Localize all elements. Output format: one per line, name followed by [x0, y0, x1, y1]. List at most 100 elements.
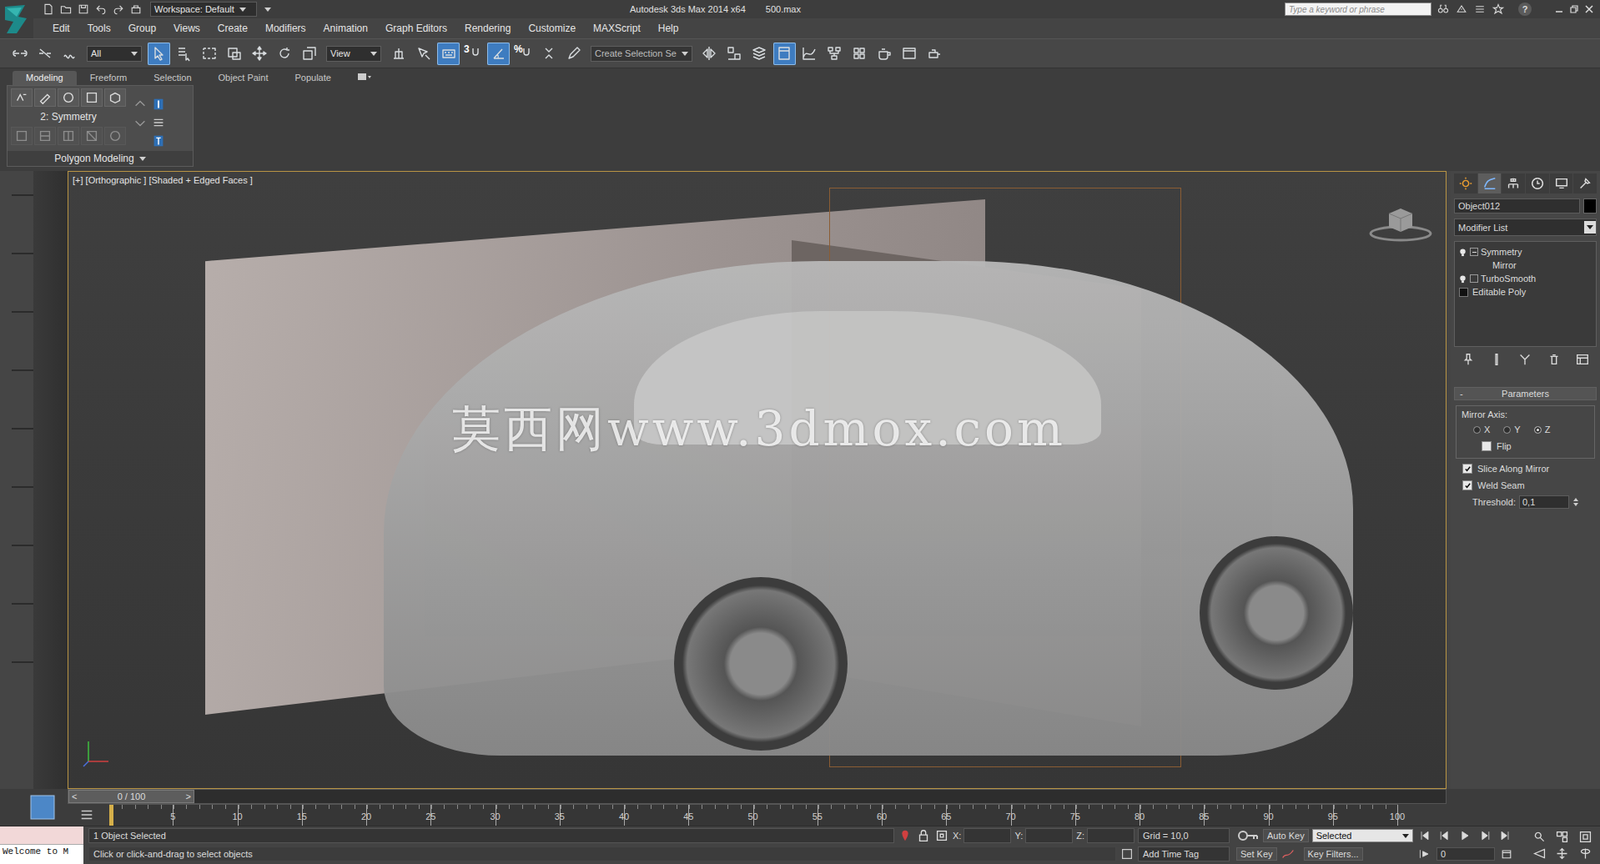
- stack-up-icon[interactable]: [132, 96, 148, 112]
- ribbon-tool-button[interactable]: [80, 126, 103, 146]
- search-field[interactable]: Type a keyword or phrase: [1284, 2, 1432, 16]
- ribbon-tool-button[interactable]: [104, 88, 126, 107]
- ribbon-tool-button[interactable]: [34, 126, 56, 146]
- time-tag-icon[interactable]: [1119, 846, 1135, 862]
- isolate-selection-icon[interactable]: [897, 828, 913, 844]
- lightbulb-icon[interactable]: [1458, 274, 1468, 284]
- ribbon-tab[interactable]: Object Paint: [205, 70, 282, 86]
- go-to-start-icon[interactable]: [1418, 829, 1432, 843]
- current-frame-marker[interactable]: [109, 805, 114, 826]
- ribbon-tab[interactable]: Selection: [140, 70, 205, 86]
- show-end-result-icon[interactable]: [1489, 352, 1505, 368]
- toolbar-button[interactable]: [723, 42, 746, 66]
- viewport-label[interactable]: [+] [Orthographic ] [Shaded + Edged Face…: [72, 175, 253, 186]
- command-panel-tab[interactable]: [1454, 173, 1478, 194]
- panel-title[interactable]: Polygon Modeling: [7, 150, 193, 167]
- key-mode-dropdown[interactable]: Selected: [1312, 829, 1414, 843]
- ribbon-tab[interactable]: Modeling: [12, 70, 77, 86]
- key-filters-button[interactable]: Key Filters...: [1303, 847, 1364, 861]
- axis-radio[interactable]: Y: [1503, 424, 1520, 435]
- modifier-stack-item[interactable]: Symmetry: [1458, 245, 1593, 259]
- menu-item[interactable]: Edit: [43, 22, 79, 35]
- threshold-spinner[interactable]: Threshold:0,1: [1455, 495, 1595, 509]
- toolbar-button[interactable]: [147, 42, 171, 66]
- toolbar-button[interactable]: [748, 42, 771, 66]
- collapse-stack-icon[interactable]: [150, 115, 167, 131]
- set-key-button[interactable]: Set Key: [1236, 847, 1278, 861]
- favorites-star-icon[interactable]: [1491, 2, 1505, 16]
- toolbar-button[interactable]: [873, 42, 896, 66]
- make-unique-icon[interactable]: [1517, 352, 1533, 368]
- modifier-stack-item[interactable]: Mirror: [1458, 258, 1593, 272]
- named-selection-field[interactable]: Create Selection Se: [590, 45, 693, 62]
- toolbar-button[interactable]: [8, 42, 31, 66]
- coordinate-field[interactable]: Z:: [1076, 828, 1135, 844]
- toolbar-button[interactable]: [172, 42, 196, 66]
- selection-lock-icon[interactable]: [915, 828, 931, 844]
- toolbar-button[interactable]: [698, 42, 721, 66]
- ribbon-tool-button[interactable]: [10, 88, 33, 107]
- toolbar-button[interactable]: 3: [462, 42, 485, 66]
- ribbon-tool-button[interactable]: [80, 88, 103, 107]
- toolbar-button[interactable]: [58, 42, 81, 66]
- lightbulb-icon[interactable]: [1458, 247, 1468, 257]
- toolbar-button[interactable]: [898, 42, 921, 66]
- restore-icon[interactable]: [1568, 3, 1580, 16]
- communication-center-icon[interactable]: [1454, 2, 1469, 16]
- maxscript-listener[interactable]: Welcome to M: [0, 826, 84, 864]
- ribbon-tab[interactable]: Populate: [281, 70, 344, 86]
- toolbar-button[interactable]: [487, 42, 510, 66]
- toolbar-button[interactable]: [848, 42, 871, 66]
- menu-item[interactable]: Help: [649, 22, 688, 35]
- menu-item[interactable]: Views: [164, 22, 209, 35]
- key-mode-icon[interactable]: [1280, 846, 1296, 862]
- ribbon-tool-button[interactable]: [57, 126, 80, 146]
- key-mode-toggle-icon[interactable]: [1418, 847, 1432, 861]
- viewport[interactable]: [+] [Orthographic ] [Shaded + Edged Face…: [67, 171, 1447, 790]
- configure-sets-icon[interactable]: [1574, 352, 1590, 368]
- command-panel-tab[interactable]: [1478, 173, 1502, 194]
- use-nurms-icon[interactable]: [150, 133, 167, 149]
- modifier-list-dropdown[interactable]: Modifier List: [1454, 218, 1597, 237]
- flip-checkbox[interactable]: Flip: [1461, 439, 1590, 453]
- auto-key-button[interactable]: Auto Key: [1262, 829, 1309, 843]
- previous-frame-button[interactable]: <: [71, 791, 77, 802]
- toolbar-dropdown[interactable]: All: [86, 45, 142, 62]
- axis-radio[interactable]: X: [1473, 424, 1490, 435]
- save-icon[interactable]: [76, 2, 91, 16]
- pan-icon[interactable]: [1554, 846, 1570, 861]
- remove-modifier-icon[interactable]: [1546, 352, 1562, 368]
- option-checkbox[interactable]: Weld Seam: [1455, 478, 1595, 493]
- toolbar-button[interactable]: [222, 42, 246, 66]
- zoom-all-icon[interactable]: [1554, 830, 1570, 845]
- new-file-icon[interactable]: [41, 2, 56, 16]
- binoculars-icon[interactable]: [1436, 2, 1450, 16]
- close-icon[interactable]: [1583, 3, 1595, 16]
- field-of-view-icon[interactable]: [1532, 846, 1547, 861]
- modifier-stack-item[interactable]: Editable Poly: [1458, 285, 1593, 299]
- toolbar-button[interactable]: [412, 42, 435, 66]
- toolbar-button[interactable]: [387, 42, 410, 66]
- modifier-stack-item[interactable]: TurboSmooth: [1458, 271, 1593, 286]
- spinner-arrows-icon[interactable]: [1572, 496, 1580, 509]
- parameters-rollout-header[interactable]: -Parameters: [1454, 387, 1597, 401]
- menu-item[interactable]: Modifiers: [256, 22, 315, 35]
- zoom-icon[interactable]: [1532, 830, 1547, 845]
- add-time-tag[interactable]: Add Time Tag: [1137, 846, 1230, 862]
- menu-item[interactable]: Rendering: [455, 22, 519, 35]
- toolbar-button[interactable]: [297, 42, 321, 66]
- toolbar-button[interactable]: [537, 42, 560, 66]
- toolbar-button[interactable]: %: [512, 42, 535, 66]
- absolute-mode-icon[interactable]: [934, 828, 950, 844]
- command-panel-tab[interactable]: [1549, 173, 1574, 194]
- undo-icon[interactable]: [94, 2, 108, 16]
- help-button[interactable]: ?: [1518, 2, 1532, 16]
- minimize-icon[interactable]: [1553, 3, 1565, 16]
- ribbon-options-icon[interactable]: [356, 71, 373, 82]
- redo-icon[interactable]: [111, 2, 126, 16]
- toolbar-button[interactable]: [798, 42, 821, 66]
- orbit-icon[interactable]: [1578, 846, 1593, 861]
- command-panel-tab[interactable]: [1501, 173, 1525, 194]
- toolbar-button[interactable]: [272, 42, 296, 66]
- viewcube-icon[interactable]: [1367, 205, 1434, 242]
